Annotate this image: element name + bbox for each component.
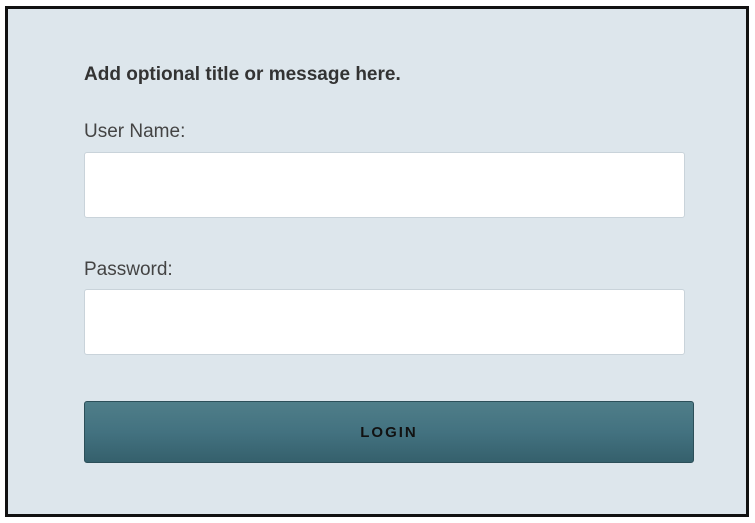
login-button[interactable]: LOGIN [84,401,694,463]
username-label: User Name: [84,121,186,142]
form-title: Add optional title or message here. [84,64,401,85]
username-input[interactable] [84,152,685,218]
login-panel: Add optional title or message here. User… [5,6,749,517]
password-input[interactable] [84,289,685,355]
password-label: Password: [84,259,173,280]
